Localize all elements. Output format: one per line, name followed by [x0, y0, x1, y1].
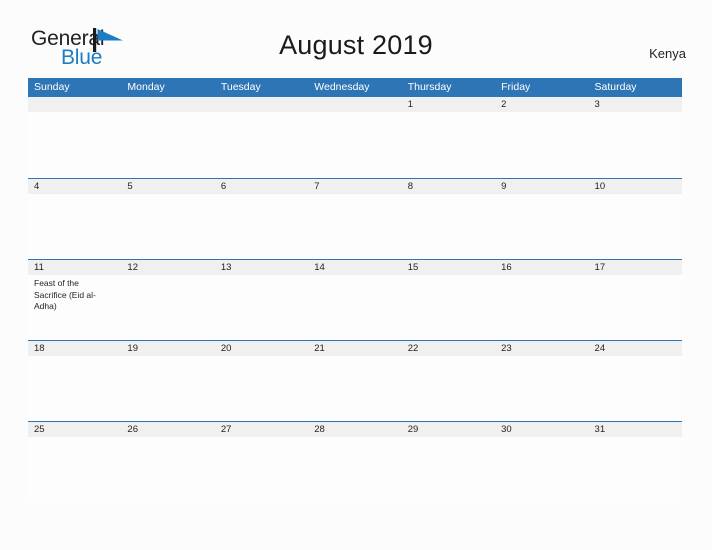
- day-number-21[interactable]: 21: [308, 341, 401, 356]
- weekday-header-friday: Friday: [501, 81, 531, 93]
- day-number-15[interactable]: 15: [402, 260, 495, 275]
- calendar-grid: Sunday Monday Tuesday Wednesday Thursday Frid…: [28, 78, 682, 503]
- day-number-5[interactable]: 5: [121, 179, 214, 194]
- weekday-header-tuesday: Tuesday: [220, 81, 261, 93]
- day-cell-empty: [215, 437, 308, 503]
- day-number-17[interactable]: 17: [589, 260, 682, 275]
- day-number-12[interactable]: 12: [121, 260, 214, 275]
- day-cell-empty: [121, 194, 214, 260]
- day-number-31[interactable]: 31: [589, 422, 682, 437]
- day-cell-empty: [589, 194, 682, 260]
- day-number-25[interactable]: 25: [28, 422, 121, 437]
- day-number-empty: [28, 97, 121, 112]
- day-number-18[interactable]: 18: [28, 341, 121, 356]
- day-number-14[interactable]: 14: [308, 260, 401, 275]
- weekday-header-monday: Monday: [127, 81, 165, 93]
- page-title: August 2019: [279, 30, 433, 60]
- calendar-week-row: 4 5 6 7 8 9 10: [28, 178, 682, 260]
- day-cell-empty: [121, 356, 214, 422]
- day-cell-empty: [215, 275, 308, 341]
- day-cell-empty: [589, 275, 682, 341]
- day-number-26[interactable]: 26: [121, 422, 214, 437]
- day-cell-empty: [402, 437, 495, 503]
- event-strip: [28, 194, 682, 260]
- day-number-27[interactable]: 27: [215, 422, 308, 437]
- day-cell-empty: [402, 275, 495, 341]
- day-cell-empty: [402, 194, 495, 260]
- day-number-11[interactable]: 11: [28, 260, 121, 275]
- day-number-8[interactable]: 8: [402, 179, 495, 194]
- day-number-empty: [308, 97, 401, 112]
- day-number-23[interactable]: 23: [495, 341, 588, 356]
- day-number-29[interactable]: 29: [402, 422, 495, 437]
- day-cell-empty: [121, 112, 214, 178]
- day-cell-empty: [28, 356, 121, 422]
- calendar-week-row: 25 26 27 28 29 30 31: [28, 421, 682, 503]
- day-number-empty: [121, 97, 214, 112]
- day-cell-empty: [402, 112, 495, 178]
- day-number-10[interactable]: 10: [589, 179, 682, 194]
- day-cell-empty: [215, 194, 308, 260]
- event-strip: [28, 112, 682, 178]
- weekday-header-thursday: Thursday: [407, 81, 452, 93]
- weekday-header-row: Sunday Monday Tuesday Wednesday Thursday Frid…: [28, 78, 682, 97]
- day-number-28[interactable]: 28: [308, 422, 401, 437]
- day-number-7[interactable]: 7: [308, 179, 401, 194]
- day-cell-empty: [589, 356, 682, 422]
- day-cell-empty: [495, 437, 588, 503]
- region-label: Kenya: [649, 46, 686, 61]
- date-number-strip: 11 12 13 14 15 16 17: [28, 260, 682, 275]
- calendar-week-row: 11 12 13 14 15 16 17 Feast of the Sacrifice (Ei…: [28, 259, 682, 341]
- date-number-strip: 123: [28, 97, 682, 112]
- day-cell-empty: [28, 112, 121, 178]
- weekday-header-wednesday: Wednesday: [314, 81, 370, 93]
- day-number-24[interactable]: 24: [589, 341, 682, 356]
- day-cell-empty: [308, 356, 401, 422]
- day-number-3[interactable]: 3: [589, 97, 682, 112]
- day-number-16[interactable]: 16: [495, 260, 588, 275]
- day-cell-empty: [308, 437, 401, 503]
- calendar-week-row: 18 19 20 21 22 23 24: [28, 340, 682, 422]
- day-cell-empty: [308, 112, 401, 178]
- day-cell-empty: [215, 112, 308, 178]
- day-cell-empty: [589, 437, 682, 503]
- date-number-strip: 4 5 6 7 8 9 10: [28, 179, 682, 194]
- event-strip: [28, 356, 682, 422]
- day-cell-empty: [589, 112, 682, 178]
- day-number-empty: [215, 97, 308, 112]
- day-number-20[interactable]: 20: [215, 341, 308, 356]
- day-number-19[interactable]: 19: [121, 341, 214, 356]
- day-cell-empty: [495, 112, 588, 178]
- day-cell-empty: [402, 356, 495, 422]
- page-header: General Blue August 2019 Kenya: [0, 0, 712, 76]
- day-cell-empty: [28, 194, 121, 260]
- calendar-weeks: 1 2 3 4 5 6 7 8 9 10 11 12 13 14 15 16 17 Feast of the Sa…: [28, 97, 682, 503]
- day-number-6[interactable]: 6: [215, 179, 308, 194]
- day-cell-empty: [28, 437, 121, 503]
- day-number-1[interactable]: 1: [402, 97, 495, 112]
- day-number-22[interactable]: 22: [402, 341, 495, 356]
- calendar-week-row: 123: [28, 97, 682, 178]
- day-number-4[interactable]: 4: [28, 179, 121, 194]
- date-number-strip: 25 26 27 28 29 30 31: [28, 422, 682, 437]
- day-cell-empty: [121, 437, 214, 503]
- day-cell-empty: [121, 275, 214, 341]
- day-event-11[interactable]: Feast of the Sacrifice (Eid al-Adha): [28, 275, 121, 341]
- day-number-2[interactable]: 2: [495, 97, 588, 112]
- date-number-strip: 18 19 20 21 22 23 24: [28, 341, 682, 356]
- weekday-header-saturday: Saturday: [594, 81, 637, 93]
- day-cell-empty: [308, 194, 401, 260]
- day-number-13[interactable]: 13: [215, 260, 308, 275]
- weekday-header-sunday: Sunday: [34, 81, 70, 93]
- day-cell-empty: [308, 275, 401, 341]
- day-cell-empty: [495, 194, 588, 260]
- day-number-30[interactable]: 30: [495, 422, 588, 437]
- day-cell-empty: [495, 356, 588, 422]
- event-strip: [28, 437, 682, 503]
- event-strip: Feast of the Sacrifice (Eid al-Adha): [28, 275, 682, 341]
- day-cell-empty: [215, 356, 308, 422]
- day-cell-empty: [495, 275, 588, 341]
- day-number-9[interactable]: 9: [495, 179, 588, 194]
